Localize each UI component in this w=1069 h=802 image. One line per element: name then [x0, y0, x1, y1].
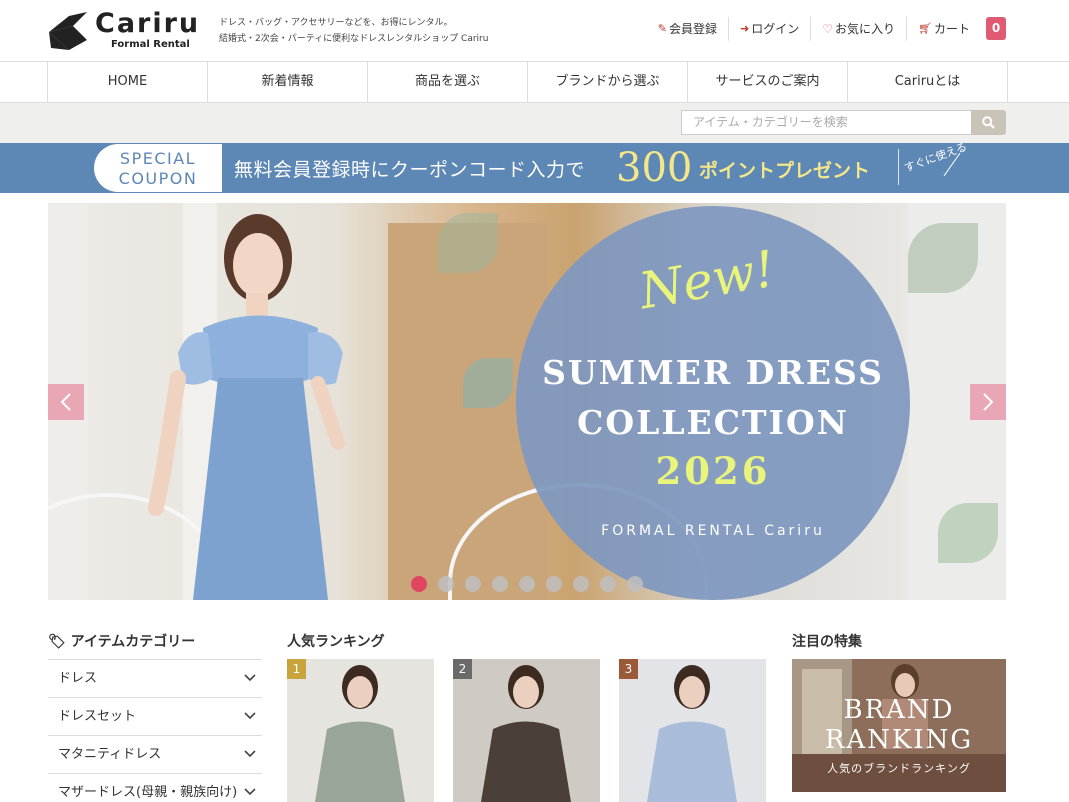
search-input[interactable]: アイテム・カテゴリーを検索: [681, 110, 972, 135]
category-item-label: マザードレス(母親・親族向け): [58, 785, 238, 800]
favorites-link[interactable]: ♡ お気に入り: [811, 17, 908, 41]
slider-dot[interactable]: [600, 576, 616, 592]
site-header: Cariru Formal Rental ドレス・バッグ・アクセサリーなどを、お…: [0, 0, 1069, 62]
hero-title-line-2: COLLECTION: [577, 403, 849, 442]
login-label: ログイン: [751, 22, 800, 36]
category-item-label: マタニティドレス: [58, 747, 162, 762]
tagline-line-1: ドレス・バッグ・アクセサリーなどを、お得にレンタル。: [219, 18, 453, 28]
feature-title-line-1: BRAND: [843, 695, 955, 725]
category-item-label: ドレスセット: [58, 709, 137, 724]
cart-label: カート: [933, 22, 970, 36]
register-label: 会員登録: [668, 22, 717, 36]
chevron-right-icon: [983, 393, 994, 411]
search-button[interactable]: [971, 110, 1006, 135]
chevron-down-icon: [244, 674, 256, 682]
chevron-down-icon: [244, 750, 256, 758]
category-item-label: ドレス: [58, 671, 98, 686]
main-nav-item[interactable]: HOME: [48, 62, 208, 102]
slider-dot[interactable]: [627, 576, 643, 592]
ranking-title: 人気ランキング: [287, 634, 385, 650]
heart-icon: ♡: [822, 22, 833, 36]
feature-subtitle: 人気のブランドランキング: [827, 762, 971, 775]
coupon-points: 300: [616, 145, 693, 191]
coupon-badge-line-2: COUPON: [118, 169, 198, 188]
coupon-present: ポイントプレゼント: [699, 160, 871, 182]
logo-mark-icon: [49, 12, 87, 50]
main-nav-item[interactable]: ブランドから選ぶ: [528, 62, 688, 102]
tag-icon: 🏷︎: [48, 634, 66, 650]
hero-leaf: [908, 223, 978, 293]
hero-leaf: [938, 503, 998, 563]
slider-dot[interactable]: [438, 576, 454, 592]
slider-next-button[interactable]: [970, 384, 1006, 420]
coupon-badge-line-1: SPECIAL: [119, 149, 197, 168]
search-bar: アイテム・カテゴリーを検索: [0, 103, 1069, 143]
hero-leaf: [438, 213, 498, 273]
login-icon: ➜: [740, 22, 750, 35]
coupon-banner[interactable]: SPECIAL COUPON 無料会員登録時にクーポンコード入力で 300 ポイ…: [0, 143, 1069, 193]
chevron-left-icon: [60, 393, 71, 411]
main-nav-item[interactable]: サービスのご案内: [688, 62, 848, 102]
feature-title-line-2: RANKING: [824, 725, 974, 755]
site-tagline: ドレス・バッグ・アクセサリーなどを、お得にレンタル。 結婚式・2次会・パーティに…: [219, 15, 488, 47]
search-icon: [982, 116, 995, 129]
cart-count-badge[interactable]: 0: [986, 17, 1006, 40]
site-logo[interactable]: Cariru Formal Rental: [47, 8, 207, 54]
category-item[interactable]: マザードレス(母親・親族向け): [48, 773, 262, 802]
hero-year: 2026: [655, 449, 771, 493]
ranking-number-badge: 1: [287, 659, 306, 679]
hero-slider[interactable]: New! SUMMER DRESS COLLECTION 2026 FORMAL…: [48, 203, 1006, 600]
slider-dot[interactable]: [492, 576, 508, 592]
ranking-card[interactable]: 3: [619, 659, 766, 802]
pencil-icon: ✎: [657, 22, 667, 35]
coupon-text: 無料会員登録時にクーポンコード入力で: [234, 159, 586, 181]
brand-ranking-banner[interactable]: BRAND RANKING 人気のブランドランキング: [792, 659, 1006, 792]
logo-subtitle: Formal Rental: [111, 39, 190, 50]
favorites-label: お気に入り: [835, 22, 896, 36]
slider-dot[interactable]: [465, 576, 481, 592]
chevron-down-icon: [244, 788, 256, 796]
ranking-number-badge: 3: [619, 659, 638, 679]
slider-dot[interactable]: [411, 576, 427, 592]
chevron-down-icon: [244, 712, 256, 720]
main-nav-item[interactable]: Cariruとは: [848, 62, 1008, 102]
slider-dot[interactable]: [519, 576, 535, 592]
logo-name: Cariru: [95, 8, 201, 39]
register-link[interactable]: ✎ 会員登録: [647, 17, 729, 41]
ranking-product-image: [481, 665, 571, 802]
hero-brand: FORMAL RENTAL Cariru: [601, 523, 825, 539]
ranking-product-image: [315, 665, 405, 802]
main-nav: HOME 新着情報 商品を選ぶ ブランドから選ぶ サービスのご案内 Cariruとは: [0, 61, 1069, 103]
ranking-card[interactable]: 1: [287, 659, 434, 802]
cart-icon: 🛒︎: [918, 22, 932, 35]
category-item[interactable]: ドレス: [48, 659, 262, 697]
coupon-badge: SPECIAL COUPON: [94, 144, 222, 192]
hero-title-line-1: SUMMER DRESS: [542, 353, 884, 392]
slider-dot[interactable]: [546, 576, 562, 592]
main-nav-item[interactable]: 新着情報: [208, 62, 368, 102]
category-title-label: アイテムカテゴリー: [70, 634, 196, 650]
ranking-number-badge: 2: [453, 659, 472, 679]
slider-prev-button[interactable]: [48, 384, 84, 420]
login-link[interactable]: ➜ ログイン: [729, 17, 812, 41]
hero-leaf: [463, 358, 513, 408]
category-title: 🏷︎ アイテムカテゴリー: [48, 631, 195, 651]
ranking-product-image: [647, 665, 737, 802]
ranking-card[interactable]: 2: [453, 659, 600, 802]
tagline-line-2: 結婚式・2次会・パーティに便利なドレスレンタルショップ Cariru: [219, 34, 489, 44]
category-item[interactable]: ドレスセット: [48, 697, 262, 735]
slider-dot[interactable]: [573, 576, 589, 592]
features-title: 注目の特集: [792, 634, 862, 650]
main-nav-item[interactable]: 商品を選ぶ: [368, 62, 528, 102]
slider-pagination: [411, 576, 643, 592]
category-item[interactable]: マタニティドレス: [48, 735, 262, 773]
model-figure: [148, 214, 345, 600]
coupon-note: すぐに使える: [902, 143, 969, 175]
account-nav: ✎ 会員登録 ➜ ログイン ♡ お気に入り 🛒︎ カート: [647, 16, 1006, 42]
coupon-divider: [898, 149, 899, 185]
category-list: ドレスドレスセットマタニティドレスマザードレス(母親・親族向け): [48, 659, 262, 802]
